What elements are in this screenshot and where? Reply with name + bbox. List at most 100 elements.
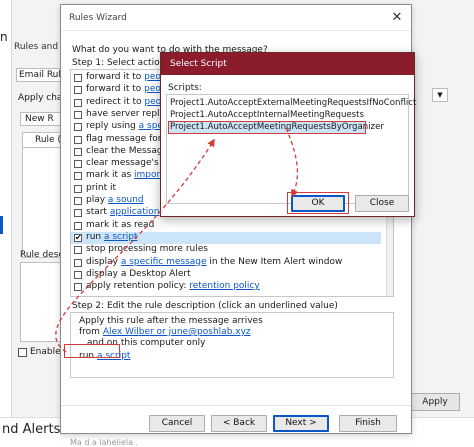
action-text: run <box>86 231 104 242</box>
wizard-separator <box>61 405 411 406</box>
step2-label: Step 2: Edit the rule description (click… <box>72 301 338 311</box>
finish-button[interactable]: Finish <box>339 415 397 432</box>
rules-and-alerts-heading: nd Alerts <box>2 422 61 437</box>
action-checkbox[interactable] <box>74 135 82 144</box>
action-checkbox[interactable] <box>74 283 82 292</box>
action-checkbox[interactable] <box>74 98 82 107</box>
action-label: start application <box>86 207 159 219</box>
action-checkbox[interactable] <box>74 232 82 244</box>
enable-checkbox[interactable] <box>18 348 27 357</box>
action-label: flag message for <box>86 134 161 146</box>
action-text: apply retention policy: <box>86 281 190 292</box>
action-label: apply retention policy: retention policy <box>86 281 260 293</box>
back-button[interactable]: < Back <box>211 415 267 432</box>
new-rule-label: New R <box>25 114 54 124</box>
action-label: redirect it to peo <box>86 97 161 109</box>
chevron-down-icon[interactable]: ▼ <box>432 88 448 102</box>
action-checkbox[interactable] <box>74 221 82 230</box>
action-text: mark it as <box>86 170 135 181</box>
scripts-label: Scripts: <box>168 83 202 93</box>
action-label: stop processing more rules <box>86 244 208 256</box>
background-fragment-text: n <box>0 30 8 44</box>
close-icon[interactable]: ✕ <box>389 10 405 25</box>
accent-bar <box>0 216 3 234</box>
action-checkbox[interactable] <box>74 86 82 95</box>
action-label: clear message's C <box>86 158 168 170</box>
action-link[interactable]: peo <box>144 97 161 107</box>
action-suffix: in the New Item Alert window <box>206 256 343 267</box>
action-checkbox[interactable] <box>74 197 82 205</box>
action-checkbox[interactable] <box>74 246 82 255</box>
action-text: play <box>86 195 108 205</box>
action-checkbox[interactable] <box>74 172 82 181</box>
action-text: forward it to <box>86 72 145 82</box>
apply-changes-label: Apply cha <box>18 93 63 103</box>
action-item[interactable]: stop processing more rules <box>71 244 381 256</box>
action-label: have server reply <box>86 109 165 121</box>
action-checkbox[interactable] <box>74 270 82 279</box>
apply-button[interactable]: Apply <box>410 393 460 411</box>
script-item[interactable]: Project1.AutoAcceptInternalMeetingReques… <box>169 110 407 121</box>
action-text: clear the Message <box>86 145 169 156</box>
action-link[interactable]: peo <box>144 72 161 82</box>
action-checkbox[interactable] <box>74 74 82 82</box>
action-text: redirect it to <box>86 96 145 107</box>
desc-line-from: from Alex Wilber or june@poshlab.xyz <box>79 327 251 337</box>
rule-description-label: Rule desc <box>20 250 64 260</box>
sender-link[interactable]: Alex Wilber or june@poshlab.xyz <box>103 327 251 337</box>
action-link[interactable]: a specific message <box>121 257 207 267</box>
scripts-list[interactable]: Project1.AutoAcceptExternalMeetingReques… <box>166 94 416 204</box>
action-checkbox[interactable] <box>74 184 82 193</box>
action-label: display a Desktop Alert <box>86 269 191 281</box>
action-text: display a Desktop Alert <box>86 268 191 279</box>
action-link[interactable]: a sound <box>108 195 144 205</box>
action-checkbox[interactable] <box>74 123 82 132</box>
action-checkbox[interactable] <box>74 209 82 218</box>
footer-faint-text: Ma d a laheliela . <box>70 438 139 447</box>
cancel-button[interactable]: Cancel <box>149 415 205 432</box>
action-checkbox[interactable] <box>74 147 82 156</box>
enable-label: Enable <box>30 347 61 357</box>
action-text: forward it to <box>86 84 145 95</box>
action-text: reply using <box>86 121 139 132</box>
action-text: flag message for <box>86 133 162 144</box>
action-label: print it <box>86 183 116 195</box>
action-link[interactable]: peo <box>144 84 161 94</box>
action-item[interactable]: run a script <box>71 231 381 244</box>
action-link[interactable]: retention policy <box>189 281 259 291</box>
wizard-title: Rules Wizard <box>69 13 127 23</box>
action-label: mark it as importa <box>86 170 169 182</box>
select-script-titlebar: Select Script <box>161 53 414 75</box>
action-label: play a sound <box>86 195 144 207</box>
action-text: mark it as read <box>86 219 155 230</box>
desc-from-prefix: from <box>79 327 103 337</box>
action-checkbox[interactable] <box>74 110 82 119</box>
select-script-dialog: Select Script Scripts: Project1.AutoAcce… <box>160 52 416 217</box>
action-item[interactable]: apply retention policy: retention policy <box>71 281 381 293</box>
action-item[interactable]: mark it as read <box>71 220 381 232</box>
action-text: stop processing more rules <box>86 244 208 255</box>
close-button[interactable]: Close <box>355 195 409 212</box>
wizard-titlebar: Rules Wizard ✕ <box>61 5 411 31</box>
action-text: print it <box>86 182 117 193</box>
action-label: reply using a spe <box>86 121 163 133</box>
action-label: clear the Message <box>86 146 168 158</box>
action-label: mark it as read <box>86 220 154 232</box>
script-item[interactable]: Project1.AutoAcceptExternalMeetingReques… <box>169 98 416 109</box>
action-link[interactable]: a script <box>104 232 137 242</box>
action-label: forward it to peo <box>86 72 161 84</box>
script-item-selected[interactable]: Project1.AutoAcceptMeetingRequestsByOrga… <box>168 121 384 134</box>
action-item[interactable]: display a specific message in the New It… <box>71 257 381 269</box>
desc-line-trigger: Apply this rule after the message arrive… <box>79 316 263 326</box>
action-text: clear message's C <box>86 158 168 169</box>
action-checkbox[interactable] <box>74 258 82 267</box>
action-label: forward it to peo <box>86 84 161 96</box>
run-script-annotation <box>64 344 120 358</box>
next-button[interactable]: Next > <box>273 415 329 432</box>
action-checkbox[interactable] <box>74 160 82 169</box>
action-label: run a script <box>86 232 137 244</box>
action-label: display a specific message in the New It… <box>86 257 342 269</box>
action-item[interactable]: display a Desktop Alert <box>71 269 381 281</box>
action-link[interactable]: application <box>110 207 160 217</box>
action-text: display <box>86 256 121 267</box>
